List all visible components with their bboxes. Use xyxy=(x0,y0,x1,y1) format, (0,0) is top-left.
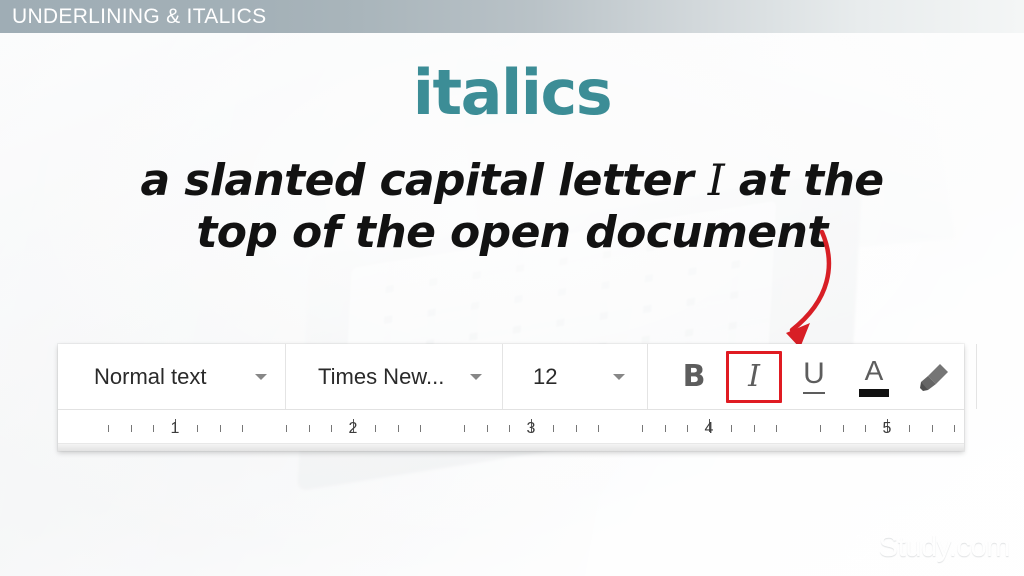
ruler-tick xyxy=(642,425,644,432)
ruler-tick xyxy=(864,425,866,432)
watermark-text: Study.com xyxy=(878,531,1011,563)
italic-button[interactable]: I xyxy=(726,350,782,403)
ruler-tick xyxy=(731,425,733,432)
format-button-group: B I U A xyxy=(648,344,976,409)
paragraph-style-select[interactable]: Normal text xyxy=(58,344,285,409)
panel-base-shadow xyxy=(58,443,964,451)
page-title: italics xyxy=(412,56,613,129)
bold-button[interactable]: B xyxy=(666,351,722,403)
ruler-tick xyxy=(575,425,577,432)
watermark: Study.com xyxy=(844,531,1011,564)
underline-button[interactable]: U xyxy=(786,351,842,403)
ruler-tick xyxy=(286,425,288,432)
italic-icon: I xyxy=(748,358,760,394)
format-buttons-cell: B I U A xyxy=(648,344,977,409)
ruler-tick xyxy=(375,425,377,432)
style-select-cell: Normal text xyxy=(58,344,286,409)
ruler-tick xyxy=(842,425,844,432)
ruler-tick xyxy=(597,425,599,432)
chevron-down-icon xyxy=(255,373,267,380)
font-size-value: 12 xyxy=(533,363,558,389)
ruler-tick xyxy=(241,425,243,432)
ruler-tick xyxy=(219,425,221,432)
ruler-tick xyxy=(108,425,110,432)
header-title: UNDERLINING & ITALICS xyxy=(12,5,267,28)
ruler-tick xyxy=(508,425,510,432)
ruler-number: 2 xyxy=(348,420,358,437)
ruler-number: 5 xyxy=(882,420,892,437)
ruler-tick xyxy=(397,425,399,432)
ruler-tick xyxy=(330,425,332,432)
ruler-tick xyxy=(775,425,777,432)
font-size-select[interactable]: 12 xyxy=(503,344,647,409)
ruler-tick xyxy=(553,425,555,432)
ruler-tick xyxy=(909,425,911,432)
docs-toolbar-panel: Normal text Times New... 12 B I U A 1 2 … xyxy=(58,344,977,451)
ruler-tick xyxy=(152,425,154,432)
ruler-tick xyxy=(464,425,466,432)
highlighter-pen-icon xyxy=(920,363,948,391)
ruler-tick xyxy=(130,425,132,432)
ruler-tick xyxy=(953,425,955,432)
document-ruler[interactable]: 1 2 3 4 5 xyxy=(58,410,964,443)
text-color-button[interactable]: A xyxy=(846,351,902,403)
slide-canvas: UNDERLINING & ITALICS italics a slanted … xyxy=(0,0,1024,576)
play-circle-icon xyxy=(844,534,871,561)
text-color-letter: A xyxy=(864,354,884,386)
ruler-tick xyxy=(486,425,488,432)
ruler-tick xyxy=(931,425,933,432)
definition-text: a slanted capital letter I at the top of… xyxy=(0,155,1024,259)
ruler-tick xyxy=(664,425,666,432)
ruler-tick xyxy=(197,425,199,432)
font-select-cell: Times New... xyxy=(286,344,503,409)
definition-italic-letter: I xyxy=(707,156,725,206)
underline-icon: U xyxy=(803,359,825,394)
ruler-tick xyxy=(419,425,421,432)
ruler-tick xyxy=(820,425,822,432)
ruler-tick xyxy=(686,425,688,432)
paragraph-style-value: Normal text xyxy=(94,363,207,389)
toolbar-row: Normal text Times New... 12 B I U A xyxy=(58,344,977,410)
text-color-icon: A xyxy=(859,354,889,397)
definition-line1-after: at the xyxy=(724,155,884,206)
ruler-ticks: 1 2 3 4 5 xyxy=(58,410,964,443)
ruler-number: 4 xyxy=(704,420,714,437)
ruler-tick xyxy=(753,425,755,432)
chevron-down-icon xyxy=(613,373,625,380)
highlight-button[interactable] xyxy=(906,351,962,403)
definition-line1-before: a slanted capital letter xyxy=(140,155,708,206)
size-select-cell: 12 xyxy=(503,344,648,409)
font-family-value: Times New... xyxy=(318,363,445,389)
ruler-number: 1 xyxy=(170,420,180,437)
text-color-swatch xyxy=(859,388,889,397)
header-bar: UNDERLINING & ITALICS xyxy=(0,0,1024,33)
ruler-tick xyxy=(308,425,310,432)
ruler-number: 3 xyxy=(526,420,536,437)
bold-icon: B xyxy=(682,358,706,394)
font-family-select[interactable]: Times New... xyxy=(286,344,502,409)
chevron-down-icon xyxy=(470,373,482,380)
definition-line2: top of the open document xyxy=(196,207,828,258)
